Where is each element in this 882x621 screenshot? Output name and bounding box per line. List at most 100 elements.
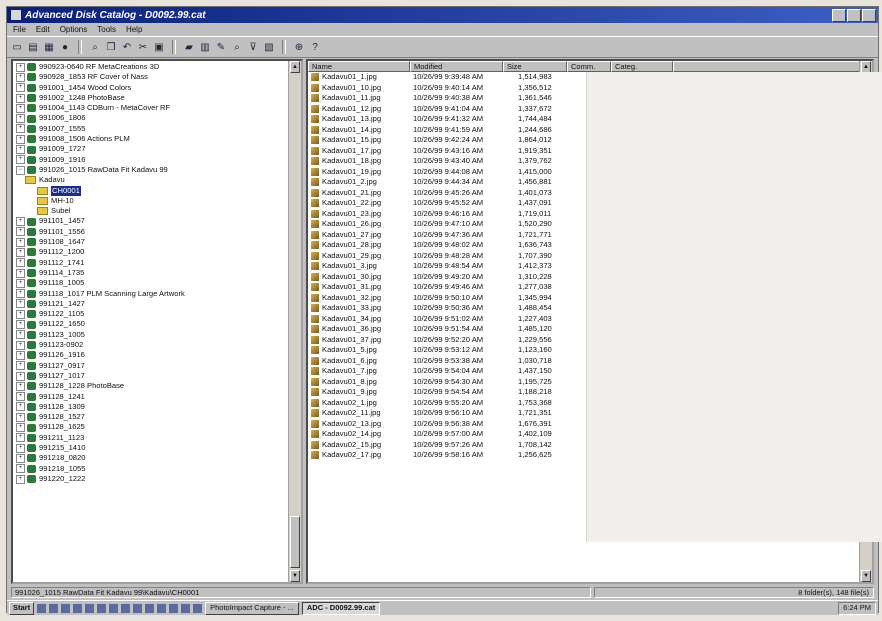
tree-disk-node[interactable]: +991218_0820 <box>13 453 289 463</box>
paste-icon[interactable]: ▣ <box>153 41 165 53</box>
tree-disk-node[interactable]: +991101_1556 <box>13 227 289 237</box>
scroll-up-arrow[interactable]: ▲ <box>861 61 871 73</box>
expand-icon[interactable]: + <box>16 443 25 453</box>
quick-launch-icon[interactable] <box>133 603 143 613</box>
folder-icon[interactable]: ▰ <box>183 41 195 53</box>
menu-edit[interactable]: Edit <box>36 25 50 34</box>
tree-disk-node[interactable]: +991211_1123 <box>13 433 289 443</box>
tree-disk-node[interactable]: +991127_0917 <box>13 361 289 371</box>
expand-icon[interactable]: + <box>16 124 25 134</box>
tree-disk-node[interactable]: +991009_1727 <box>13 144 289 155</box>
tree-disk-node[interactable]: +991128_1309 <box>13 402 289 412</box>
tree-folder-node[interactable]: CH0001 <box>13 185 289 196</box>
maximize-button[interactable] <box>847 8 861 22</box>
table-row[interactable]: Kadavu02_14.jpg 10/26/99 9:57:00 AM 1,402,… <box>308 429 872 440</box>
expand-icon[interactable]: + <box>16 155 25 165</box>
tree-disk-node[interactable]: +991122_1105 <box>13 309 289 319</box>
tree-disk-node[interactable]: +991002_1248 PhotoBase <box>13 93 289 103</box>
tree-disk-node[interactable]: +991218_1055 <box>13 464 289 474</box>
start-button[interactable]: Start <box>9 601 35 615</box>
view-icon[interactable]: ▧ <box>263 41 275 53</box>
expand-icon[interactable]: + <box>16 464 25 474</box>
tree-disk-node[interactable]: +991128_1228 PhotoBase <box>13 381 289 391</box>
minimize-button[interactable] <box>832 8 846 22</box>
tree-disk-node[interactable]: +991006_1806 <box>13 113 289 124</box>
tree-disk-node[interactable]: +991118_1017 PLM Scanning Large Artwork <box>13 289 289 299</box>
quick-launch-icon[interactable] <box>97 603 107 613</box>
table-row[interactable]: Kadavu01_15.jpg 10/26/99 9:42:24 AM 1,864,… <box>308 135 872 146</box>
column-header-modified[interactable]: Modified <box>410 61 503 72</box>
expand-icon[interactable]: + <box>16 217 25 227</box>
expand-icon[interactable]: + <box>16 392 25 402</box>
expand-icon[interactable]: + <box>16 145 25 155</box>
tree-disk-node[interactable]: +991114_1735 <box>13 268 289 278</box>
expand-icon[interactable]: + <box>16 103 25 113</box>
expand-icon[interactable]: + <box>16 268 25 278</box>
tree-disk-node[interactable]: +991128_1625 <box>13 422 289 433</box>
tree-disk-node[interactable]: +991101_1457 <box>13 216 289 227</box>
find-icon[interactable]: ⌕ <box>231 41 243 53</box>
table-row[interactable]: Kadavu01_27.jpg 10/26/99 9:47:36 AM 1,721,… <box>308 230 872 241</box>
table-row[interactable]: Kadavu01_31.jpg 10/26/99 9:49:46 AM 1,277,… <box>308 282 872 293</box>
tree-disk-node[interactable]: +991112_1741 <box>13 258 289 268</box>
expand-icon[interactable]: + <box>16 258 25 268</box>
expand-icon[interactable]: + <box>16 62 25 72</box>
tree-disk-node[interactable]: +991128_1241 <box>13 392 289 402</box>
expand-icon[interactable]: + <box>16 453 25 463</box>
tree-disk-node[interactable]: +991220_1222 <box>13 474 289 484</box>
table-row[interactable]: Kadavu01_17.jpg 10/26/99 9:43:16 AM 1,919,… <box>308 146 872 157</box>
table-row[interactable]: Kadavu01_2.jpg 10/26/99 9:44:34 AM 1,456,8… <box>308 177 872 188</box>
quick-launch-icon[interactable] <box>145 603 155 613</box>
collapse-icon[interactable]: − <box>16 165 25 175</box>
expand-icon[interactable]: + <box>16 93 25 103</box>
quick-launch-icon[interactable] <box>181 603 191 613</box>
catalog-tree[interactable]: +990923-0640 RF MetaCreations 3D +990928_… <box>11 59 303 584</box>
menu-options[interactable]: Options <box>60 25 88 34</box>
table-row[interactable]: Kadavu02_17.jpg 10/26/99 9:58:16 AM 1,256,… <box>308 450 872 461</box>
tree-disk-node[interactable]: +991112_1200 <box>13 247 289 257</box>
table-row[interactable]: Kadavu01_37.jpg 10/26/99 9:52:20 AM 1,229,… <box>308 335 872 346</box>
tree-disk-node[interactable]: +991007_1555 <box>13 124 289 134</box>
table-row[interactable]: Kadavu01_21.jpg 10/26/99 9:45:26 AM 1,401,… <box>308 188 872 199</box>
table-row[interactable]: Kadavu01_7.jpg 10/26/99 9:54:04 AM 1,437,1… <box>308 366 872 377</box>
expand-icon[interactable]: + <box>16 247 25 257</box>
new-icon[interactable]: ▭ <box>11 41 23 53</box>
list-scroll-thumb[interactable] <box>861 73 871 265</box>
taskbar-button[interactable]: PhotoImpact Capture - ... <box>205 601 299 615</box>
expand-icon[interactable]: + <box>16 474 25 484</box>
scroll-up-arrow[interactable]: ▲ <box>290 61 300 73</box>
save-icon[interactable]: ▦ <box>43 41 55 53</box>
open-icon[interactable]: ▤ <box>27 41 39 53</box>
table-row[interactable]: Kadavu01_36.jpg 10/26/99 9:51:54 AM 1,485,… <box>308 324 872 335</box>
table-row[interactable]: Kadavu02_1.jpg 10/26/99 9:55:20 AM 1,753,3… <box>308 398 872 409</box>
expand-icon[interactable]: + <box>16 72 25 82</box>
search-icon[interactable]: ⌕ <box>89 41 101 53</box>
table-row[interactable]: Kadavu01_19.jpg 10/26/99 9:44:08 AM 1,415,… <box>308 167 872 178</box>
menu-file[interactable]: File <box>13 25 26 34</box>
expand-icon[interactable]: + <box>16 330 25 340</box>
expand-icon[interactable]: + <box>16 227 25 237</box>
expand-icon[interactable]: + <box>16 289 25 299</box>
tree-disk-node[interactable]: +991001_1454 Wood Colors <box>13 83 289 93</box>
info-icon[interactable]: ● <box>59 41 71 53</box>
quick-launch-icon[interactable] <box>73 603 83 613</box>
tree-disk-node[interactable]: +991127_1017 <box>13 371 289 381</box>
tree-disk-node[interactable]: +991108_1647 <box>13 237 289 247</box>
table-row[interactable]: Kadavu01_13.jpg 10/26/99 9:41:32 AM 1,744,… <box>308 114 872 125</box>
table-row[interactable]: Kadavu01_14.jpg 10/26/99 9:41:59 AM 1,244,… <box>308 125 872 136</box>
table-row[interactable]: Kadavu01_34.jpg 10/26/99 9:51:02 AM 1,227,… <box>308 314 872 325</box>
scroll-down-arrow[interactable]: ▼ <box>290 570 300 582</box>
table-row[interactable]: Kadavu01_32.jpg 10/26/99 9:50:10 AM 1,345,… <box>308 293 872 304</box>
quick-launch-icon[interactable] <box>49 603 59 613</box>
tree-disk-node[interactable]: +991004_1143 CDBurn - MetaCover RF <box>13 103 289 113</box>
tree-scroll-thumb[interactable] <box>290 516 300 568</box>
file-list[interactable]: Name Modified Size Comm. Categ. Kadavu01_1.j… <box>306 59 874 584</box>
expand-icon[interactable]: + <box>16 309 25 319</box>
quick-launch-icon[interactable] <box>37 603 47 613</box>
expand-icon[interactable]: + <box>16 114 25 124</box>
expand-icon[interactable]: + <box>16 320 25 330</box>
cut-icon[interactable]: ✂ <box>137 41 149 53</box>
table-row[interactable]: Kadavu02_11.jpg 10/26/99 9:56:10 AM 1,721,… <box>308 408 872 419</box>
tree-folder-node[interactable]: Kadavu <box>13 175 289 185</box>
column-header-categ[interactable]: Categ. <box>611 61 673 72</box>
